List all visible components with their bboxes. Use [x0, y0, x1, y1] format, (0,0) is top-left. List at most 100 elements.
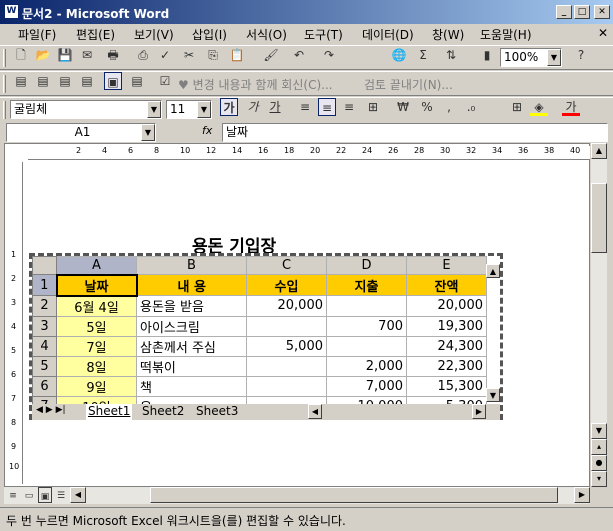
- cell-date[interactable]: 5일: [56, 315, 137, 337]
- print-layout-icon[interactable]: ▣: [38, 487, 52, 503]
- name-box[interactable]: A1 ▼: [6, 123, 156, 142]
- help-icon[interactable]: ?: [572, 46, 590, 64]
- embedded-excel-sheet[interactable]: A B C D E 1 날짜 내 용 수입 지출 잔액 2 6월 4일 용돈을 받음…: [29, 253, 503, 420]
- close-button[interactable]: ✕: [594, 5, 610, 19]
- menu-file[interactable]: 파일(F): [18, 26, 56, 43]
- zoom-combo[interactable]: 100% ▼: [500, 48, 562, 67]
- cell-desc[interactable]: 삼촌께서 주심: [136, 335, 247, 357]
- fill-color-icon[interactable]: ◈: [530, 98, 548, 116]
- cell-balance[interactable]: 20,000: [406, 295, 487, 317]
- review-icon-5[interactable]: ▣: [104, 72, 122, 90]
- save-icon[interactable]: 💾: [56, 46, 74, 64]
- merge-center-icon[interactable]: ⊞: [364, 98, 382, 116]
- cell-desc[interactable]: 떡볶이: [136, 355, 247, 377]
- chevron-down-icon[interactable]: ▼: [197, 101, 211, 118]
- cell-d1[interactable]: 지출: [326, 274, 407, 296]
- print-icon[interactable]: 🖶: [104, 46, 122, 64]
- row-header[interactable]: 3: [32, 315, 57, 337]
- align-left-icon[interactable]: ≡: [296, 98, 314, 116]
- minimize-button[interactable]: _: [556, 5, 572, 19]
- format-painter-icon[interactable]: 🖌: [262, 46, 280, 64]
- menu-help[interactable]: 도움말(H): [480, 26, 532, 43]
- menu-view[interactable]: 보기(V): [134, 26, 174, 43]
- undo-icon[interactable]: ↶: [290, 46, 308, 64]
- column-header-d[interactable]: D: [326, 256, 407, 275]
- cell-expense[interactable]: 2,000: [326, 355, 407, 377]
- word-app-icon[interactable]: W: [4, 4, 19, 19]
- h-scroll-thumb[interactable]: [150, 487, 558, 503]
- sheet-scroll-left[interactable]: ◀: [308, 404, 322, 419]
- menu-close-icon[interactable]: ✕: [598, 26, 608, 40]
- column-header-c[interactable]: C: [246, 256, 327, 275]
- vertical-scrollbar[interactable]: ▲ ▼ ▴ ● ▾: [590, 143, 607, 487]
- bold-button[interactable]: 가: [220, 98, 238, 116]
- menu-tools[interactable]: 도구(T): [304, 26, 343, 43]
- row-header[interactable]: 1: [32, 274, 57, 296]
- tab-nav-icon[interactable]: ◀ ▶ ▶|: [36, 405, 66, 415]
- menu-edit[interactable]: 편집(E): [76, 26, 115, 43]
- cell-desc[interactable]: 용돈을 받음: [136, 295, 247, 317]
- select-browse-object-icon[interactable]: ●: [591, 455, 607, 471]
- cell-expense[interactable]: 700: [326, 315, 407, 337]
- tab-sheet2[interactable]: Sheet2: [140, 404, 186, 420]
- borders-icon[interactable]: ⊞: [508, 98, 526, 116]
- web-view-icon[interactable]: ▭: [22, 487, 36, 503]
- review-icon-6[interactable]: ▤: [128, 72, 146, 90]
- menu-format[interactable]: 서식(O): [246, 26, 287, 43]
- tab-sheet3[interactable]: Sheet3: [194, 404, 240, 420]
- cell-e1[interactable]: 잔액: [406, 274, 487, 296]
- print-preview-icon[interactable]: ⎙: [134, 46, 152, 64]
- cell-date[interactable]: 8일: [56, 355, 137, 377]
- cell-b1[interactable]: 내 용: [136, 274, 247, 296]
- open-icon[interactable]: 📂: [34, 46, 52, 64]
- menu-window[interactable]: 창(W): [432, 26, 464, 43]
- size-combo[interactable]: 11 ▼: [166, 100, 212, 119]
- chevron-down-icon[interactable]: ▼: [547, 49, 561, 66]
- sheet-scroll-up[interactable]: ▲: [486, 264, 500, 278]
- next-page-icon[interactable]: ▾: [591, 471, 607, 487]
- menu-insert[interactable]: 삽입(I): [192, 26, 227, 43]
- align-right-icon[interactable]: ≡: [340, 98, 358, 116]
- cell-income[interactable]: 5,000: [246, 335, 327, 357]
- cell-expense[interactable]: [326, 335, 407, 357]
- hyperlink-icon[interactable]: 🌐: [390, 46, 408, 64]
- autosum-icon[interactable]: Σ: [414, 46, 432, 64]
- row-header[interactable]: 6: [32, 375, 57, 397]
- new-icon[interactable]: 🗋: [12, 46, 30, 64]
- vertical-ruler[interactable]: 1 2 3 4 5 6 7 8 9 10: [7, 162, 23, 484]
- cell-desc[interactable]: 아이스크림: [136, 315, 247, 337]
- italic-button[interactable]: 가: [244, 98, 262, 116]
- cell-balance[interactable]: 24,300: [406, 335, 487, 357]
- cell-c1[interactable]: 수입: [246, 274, 327, 296]
- email-icon[interactable]: ✉: [78, 46, 96, 64]
- copy-icon[interactable]: ⎘: [204, 46, 222, 64]
- comma-icon[interactable]: ,: [440, 98, 458, 116]
- cell-date[interactable]: 6월 4일: [56, 295, 137, 317]
- chart-icon[interactable]: ▮: [478, 46, 496, 64]
- chevron-down-icon[interactable]: ▼: [141, 124, 155, 141]
- cell-expense[interactable]: 7,000: [326, 375, 407, 397]
- row-header[interactable]: 5: [32, 355, 57, 377]
- redo-icon[interactable]: ↷: [320, 46, 338, 64]
- cell-balance[interactable]: 15,300: [406, 375, 487, 397]
- review-icon-4[interactable]: ▤: [78, 72, 96, 90]
- spelling-icon[interactable]: ✓: [156, 46, 174, 64]
- sort-icon[interactable]: ⇅: [442, 46, 460, 64]
- review-icon-1[interactable]: ▤: [12, 72, 30, 90]
- decimal-icon[interactable]: .₀: [462, 98, 480, 116]
- horizontal-scrollbar[interactable]: ≡ ▭ ▣ ☰ ◀ ▶: [4, 487, 590, 504]
- cell-income[interactable]: [246, 375, 327, 397]
- tab-sheet1[interactable]: Sheet1: [86, 404, 133, 420]
- align-center-icon[interactable]: ≡: [318, 98, 336, 116]
- row-header[interactable]: 4: [32, 335, 57, 357]
- outline-view-icon[interactable]: ☰: [54, 487, 68, 503]
- review-icon-2[interactable]: ▤: [34, 72, 52, 90]
- font-combo[interactable]: 굴림체 ▼: [10, 100, 162, 119]
- font-color-icon[interactable]: 가: [562, 98, 580, 116]
- paste-icon[interactable]: 📋: [228, 46, 246, 64]
- maximize-button[interactable]: □: [574, 5, 590, 19]
- prev-page-icon[interactable]: ▴: [591, 439, 607, 455]
- scroll-down-icon[interactable]: ▼: [591, 423, 607, 439]
- cell-date[interactable]: 9일: [56, 375, 137, 397]
- cut-icon[interactable]: ✂: [180, 46, 198, 64]
